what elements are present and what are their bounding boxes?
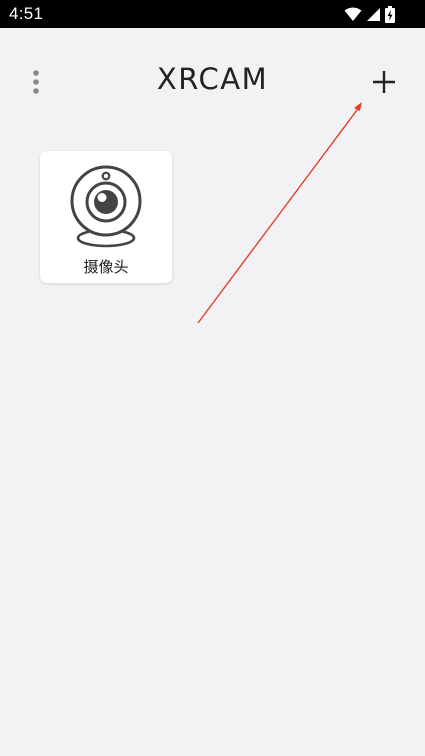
device-label: 摄像头 — [83, 258, 129, 276]
status-bar: 4:51 — [0, 0, 425, 28]
wifi-icon — [344, 7, 362, 21]
status-icons — [344, 5, 395, 23]
app-header: XRCAM — [0, 28, 425, 128]
status-time: 4:51 — [9, 4, 44, 23]
plus-icon — [373, 71, 395, 93]
device-card-camera[interactable]: 摄像头 — [40, 151, 172, 283]
webcam-icon — [70, 165, 142, 248]
battery-charging-icon — [385, 5, 395, 23]
signal-icon — [367, 7, 380, 21]
page-title: XRCAM — [156, 62, 269, 96]
add-device-button[interactable] — [368, 66, 400, 98]
